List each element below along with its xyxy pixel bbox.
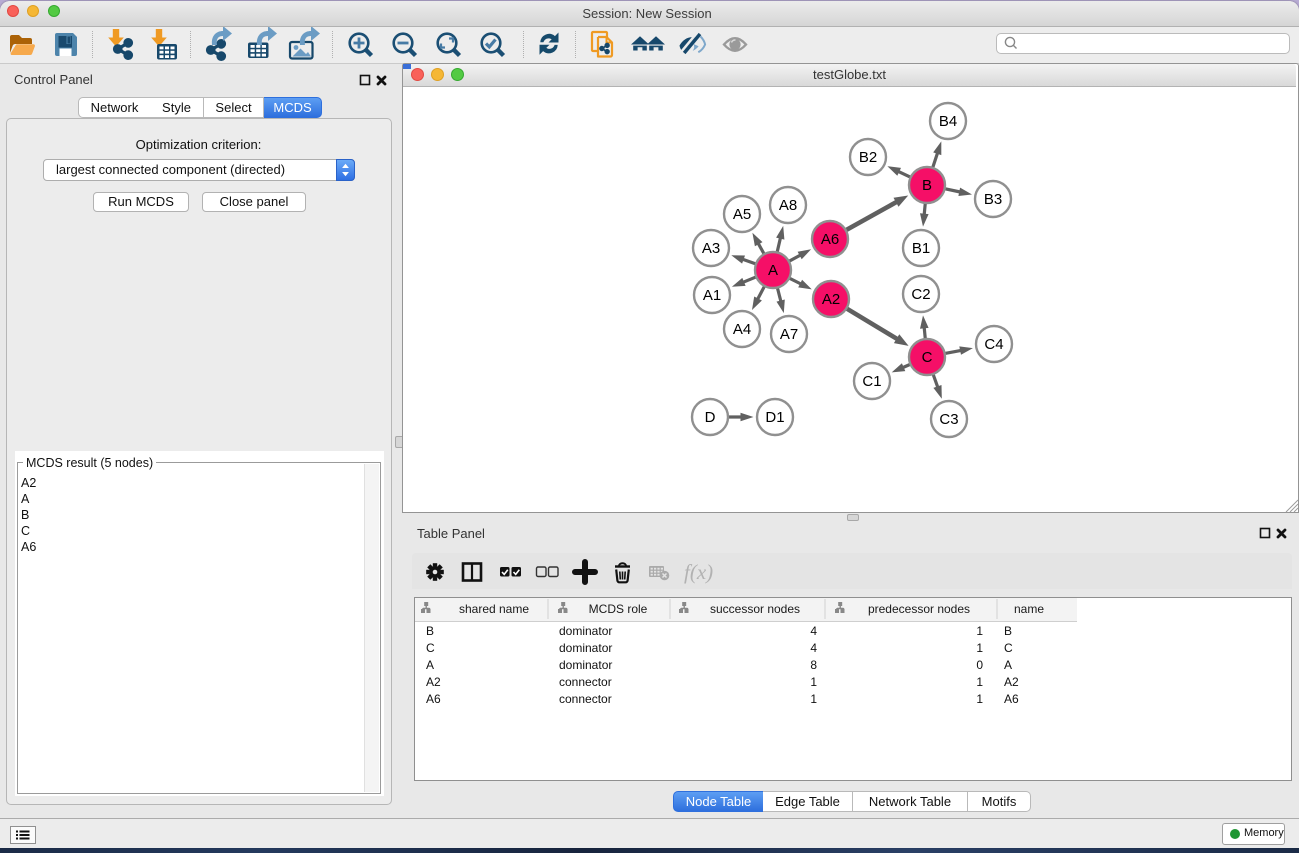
svg-text:C: C	[922, 349, 933, 366]
svg-text:f(x): f(x)	[684, 560, 713, 584]
svg-text:dominator: dominator	[559, 624, 612, 638]
svg-text:dominator: dominator	[559, 658, 612, 672]
svg-text:A3: A3	[702, 240, 720, 257]
svg-text:predecessor nodes: predecessor nodes	[868, 602, 970, 616]
svg-text:connector: connector	[559, 675, 612, 689]
svg-text:A6: A6	[426, 692, 441, 706]
svg-text:1: 1	[976, 692, 983, 706]
svg-text:B3: B3	[984, 191, 1002, 208]
svg-text:A6: A6	[1004, 692, 1019, 706]
svg-text:B: B	[1004, 624, 1012, 638]
svg-text:1: 1	[976, 624, 983, 638]
svg-text:C: C	[426, 641, 435, 655]
svg-text:1: 1	[976, 641, 983, 655]
svg-text:A6: A6	[821, 231, 839, 248]
svg-text:4: 4	[810, 624, 817, 638]
svg-text:A: A	[1004, 658, 1012, 672]
svg-text:connector: connector	[559, 692, 612, 706]
svg-text:1: 1	[976, 675, 983, 689]
svg-text:C1: C1	[862, 373, 881, 390]
svg-text:name: name	[1014, 602, 1044, 616]
svg-text:dominator: dominator	[559, 641, 612, 655]
svg-text:A5: A5	[733, 206, 751, 223]
svg-text:D: D	[705, 409, 716, 426]
svg-text:A2: A2	[822, 291, 840, 308]
svg-text:shared name: shared name	[459, 602, 529, 616]
svg-text:A2: A2	[1004, 675, 1019, 689]
svg-text:B2: B2	[859, 149, 877, 166]
svg-text:0: 0	[976, 658, 983, 672]
svg-text:MCDS role: MCDS role	[589, 602, 648, 616]
svg-text:C4: C4	[984, 336, 1003, 353]
svg-text:B: B	[922, 177, 932, 194]
svg-text:successor nodes: successor nodes	[710, 602, 800, 616]
svg-text:B4: B4	[939, 113, 957, 130]
svg-text:A: A	[426, 658, 434, 672]
svg-text:A1: A1	[703, 287, 721, 304]
svg-text:A7: A7	[780, 326, 798, 343]
svg-text:1: 1	[810, 692, 817, 706]
svg-text:8: 8	[810, 658, 817, 672]
svg-text:A2: A2	[426, 675, 441, 689]
svg-text:C2: C2	[911, 286, 930, 303]
svg-text:D1: D1	[765, 409, 784, 426]
svg-text:A: A	[768, 262, 778, 279]
svg-text:4: 4	[810, 641, 817, 655]
svg-text:A8: A8	[779, 197, 797, 214]
svg-text:C3: C3	[939, 411, 958, 428]
svg-text:B1: B1	[912, 240, 930, 257]
svg-text:A4: A4	[733, 321, 751, 338]
svg-text:C: C	[1004, 641, 1013, 655]
svg-text:B: B	[426, 624, 434, 638]
svg-text:1: 1	[810, 675, 817, 689]
